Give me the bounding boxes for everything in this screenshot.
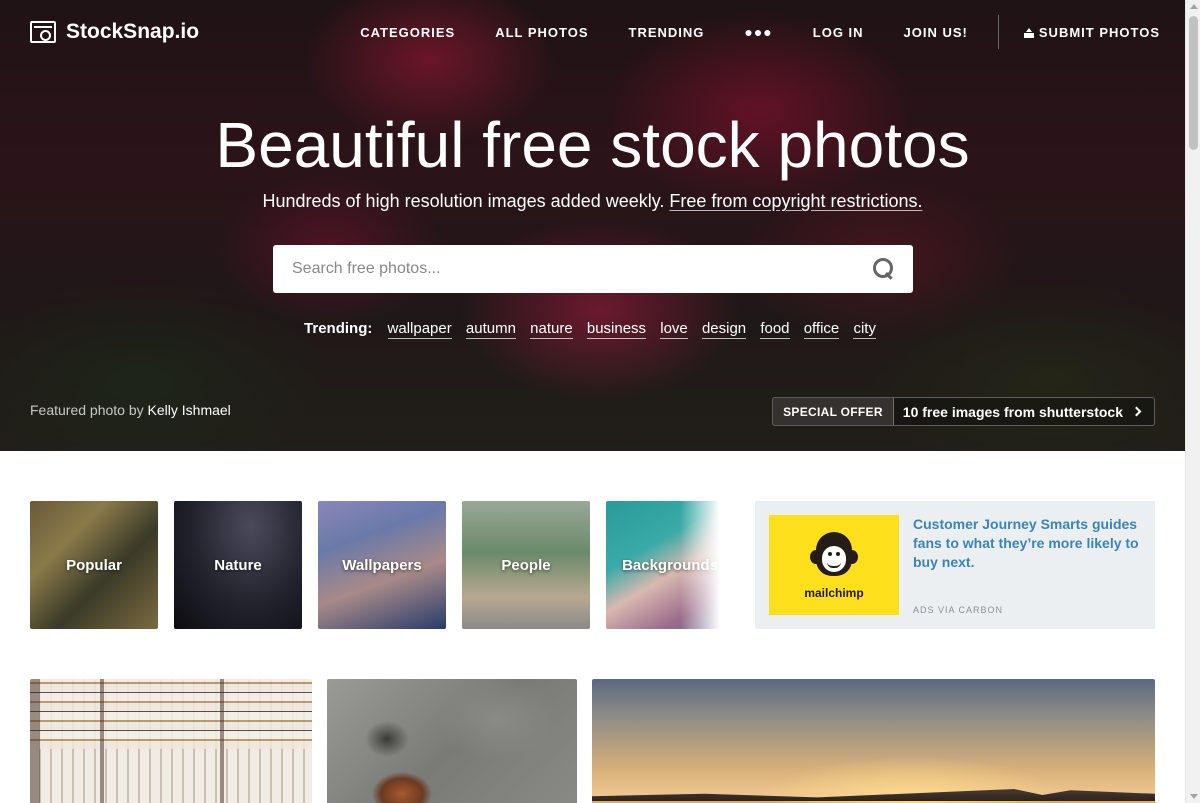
chevron-right-icon [1131,406,1142,417]
trending-tag[interactable]: food [760,320,790,339]
nav-categories[interactable]: CATEGORIES [360,25,455,40]
category-label: Popular [66,556,122,574]
nav-all-photos[interactable]: ALL PHOTOS [495,25,588,40]
category-tile-backgrounds[interactable]: Backgrounds [606,501,720,629]
ad-brand-name: mailchimp [804,586,864,600]
submit-photos-label: SUBMIT PHOTOS [1038,24,1160,40]
category-tile-nature[interactable]: Nature [174,501,302,629]
ads-via-carbon-link[interactable]: ADS VIA CARBON [913,605,1003,615]
category-tile-people[interactable]: People [462,501,590,629]
trending-tag[interactable]: love [660,320,688,339]
special-offer-text: 10 free images from shutterstock [902,403,1123,420]
category-label: Backgrounds [622,556,718,574]
search-input[interactable] [273,245,873,293]
logo[interactable]: StockSnap.io [30,20,199,44]
photo-thumbnail[interactable] [327,679,577,803]
trending-tags: Trending: wallpaper autumn nature busine… [0,320,1185,339]
main-nav: CATEGORIES ALL PHOTOS TRENDING ●●● LOG I… [320,15,1160,49]
scrollbar-thumb[interactable] [1189,16,1198,150]
page-scrollbar[interactable] [1185,0,1200,803]
category-tile-popular[interactable]: Popular [30,501,158,629]
photo-thumbnail[interactable] [592,679,1155,803]
trending-label: Trending: [304,320,373,337]
logo-text: StockSnap.io [66,20,200,43]
nav-log-in[interactable]: LOG IN [813,25,864,40]
scroll-down-icon[interactable] [1190,794,1198,799]
mailchimp-logo-icon [810,530,858,582]
photo-credit: Featured photo by Kelly Ishmael [30,402,231,418]
hero-subtitle: Hundreds of high resolution images added… [0,191,1185,212]
submit-photos-button[interactable]: SUBMIT PHOTOS [1023,24,1160,40]
search-icon[interactable] [873,258,895,280]
nav-divider [997,15,999,49]
ad-text-link[interactable]: Customer Journey Smarts guides fans to w… [913,515,1145,572]
category-label: Wallpapers [342,556,422,574]
hero-title: Beautiful free stock photos [215,109,970,181]
trending-tag[interactable]: city [853,320,876,339]
nav-trending[interactable]: TRENDING [629,25,705,40]
category-strip: Popular Nature Wallpapers People Backgro… [30,501,720,629]
scroll-up-icon[interactable] [1190,4,1198,9]
category-label: People [501,556,551,574]
special-offer-button[interactable]: SPECIAL OFFER 10 free images from shutte… [772,397,1155,426]
search-bar [273,245,913,293]
hero-banner: StockSnap.io CATEGORIES ALL PHOTOS TREND… [0,0,1185,451]
category-label: Nature [214,556,262,574]
category-tile-wallpapers[interactable]: Wallpapers [318,501,446,629]
trending-tag[interactable]: autumn [465,320,516,339]
credit-author-link[interactable]: Kelly Ishmael [148,402,231,418]
nav-join-us[interactable]: JOIN US! [904,25,968,40]
more-menu-icon[interactable]: ●●● [744,24,772,40]
trending-tag[interactable]: design [701,320,747,339]
ad-image[interactable]: mailchimp [769,515,899,615]
trending-tag[interactable]: wallpaper [387,320,452,339]
trending-tag[interactable]: office [803,320,840,339]
copyright-link[interactable]: Free from copyright restrictions. [669,191,922,211]
hero-subtitle-text: Hundreds of high resolution images added… [262,191,665,211]
special-offer-tag: SPECIAL OFFER [773,398,894,425]
photo-thumbnail[interactable] [30,679,312,803]
credit-prefix: Featured photo by [30,402,144,418]
trending-tag[interactable]: nature [530,320,573,339]
upload-icon [1023,27,1034,38]
trending-tag[interactable]: business [586,320,647,339]
camera-icon [30,21,56,43]
carbon-ad: mailchimp Customer Journey Smarts guides… [755,501,1155,629]
